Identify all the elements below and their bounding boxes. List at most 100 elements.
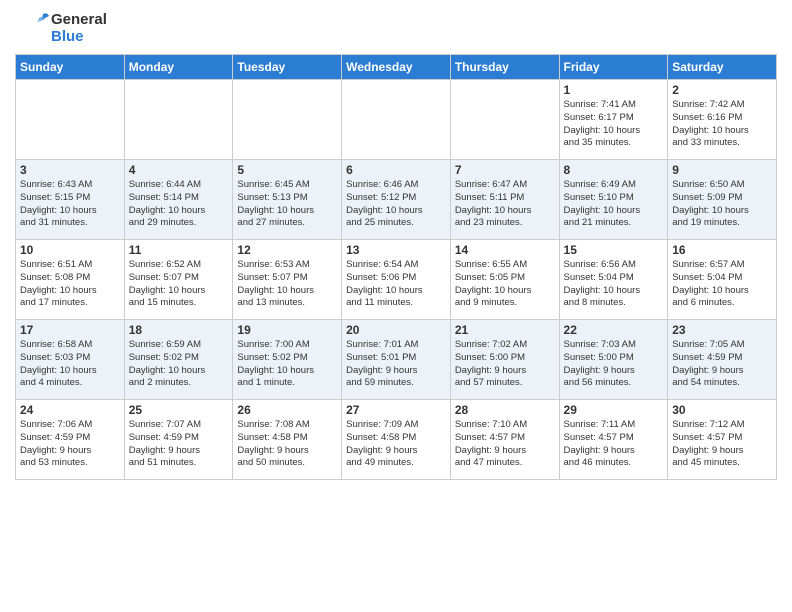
page: General Blue SundayMondayTuesdayWednesda… xyxy=(0,0,792,490)
day-info: Sunrise: 6:51 AM Sunset: 5:08 PM Dayligh… xyxy=(20,259,120,310)
day-number: 14 xyxy=(455,243,555,257)
day-info: Sunrise: 7:03 AM Sunset: 5:00 PM Dayligh… xyxy=(564,339,664,390)
day-number: 6 xyxy=(346,163,446,177)
day-cell: 10 Sunrise: 6:51 AM Sunset: 5:08 PM Dayli… xyxy=(16,240,125,320)
day-info: Sunrise: 7:42 AM Sunset: 6:16 PM Dayligh… xyxy=(672,99,772,150)
day-number: 11 xyxy=(129,243,229,257)
day-cell: 15 Sunrise: 6:56 AM Sunset: 5:04 PM Dayli… xyxy=(559,240,668,320)
day-number: 8 xyxy=(564,163,664,177)
col-header-monday: Monday xyxy=(124,55,233,80)
day-info: Sunrise: 7:08 AM Sunset: 4:58 PM Dayligh… xyxy=(237,419,337,470)
logo: General Blue xyxy=(15,10,107,46)
calendar-header-row: SundayMondayTuesdayWednesdayThursdayFrid… xyxy=(16,55,777,80)
col-header-saturday: Saturday xyxy=(668,55,777,80)
day-cell: 6 Sunrise: 6:46 AM Sunset: 5:12 PM Daylig… xyxy=(342,160,451,240)
day-cell: 29 Sunrise: 7:11 AM Sunset: 4:57 PM Dayli… xyxy=(559,400,668,480)
day-cell xyxy=(233,80,342,160)
day-cell: 8 Sunrise: 6:49 AM Sunset: 5:10 PM Daylig… xyxy=(559,160,668,240)
day-cell: 1Sunrise: 7:41 AM Sunset: 6:17 PM Daylig… xyxy=(559,80,668,160)
day-info: Sunrise: 7:10 AM Sunset: 4:57 PM Dayligh… xyxy=(455,419,555,470)
day-info: Sunrise: 7:00 AM Sunset: 5:02 PM Dayligh… xyxy=(237,339,337,390)
day-number: 22 xyxy=(564,323,664,337)
day-info: Sunrise: 6:53 AM Sunset: 5:07 PM Dayligh… xyxy=(237,259,337,310)
day-number: 24 xyxy=(20,403,120,417)
day-number: 2 xyxy=(672,83,772,97)
day-cell: 28 Sunrise: 7:10 AM Sunset: 4:57 PM Dayli… xyxy=(450,400,559,480)
day-info: Sunrise: 7:06 AM Sunset: 4:59 PM Dayligh… xyxy=(20,419,120,470)
day-number: 18 xyxy=(129,323,229,337)
day-cell: 19Sunrise: 7:00 AM Sunset: 5:02 PM Dayli… xyxy=(233,320,342,400)
day-number: 25 xyxy=(129,403,229,417)
day-cell: 5 Sunrise: 6:45 AM Sunset: 5:13 PM Daylig… xyxy=(233,160,342,240)
day-info: Sunrise: 6:54 AM Sunset: 5:06 PM Dayligh… xyxy=(346,259,446,310)
day-info: Sunrise: 7:11 AM Sunset: 4:57 PM Dayligh… xyxy=(564,419,664,470)
day-info: Sunrise: 6:44 AM Sunset: 5:14 PM Dayligh… xyxy=(129,179,229,230)
day-cell: 11 Sunrise: 6:52 AM Sunset: 5:07 PM Dayli… xyxy=(124,240,233,320)
day-info: Sunrise: 6:56 AM Sunset: 5:04 PM Dayligh… xyxy=(564,259,664,310)
day-info: Sunrise: 7:02 AM Sunset: 5:00 PM Dayligh… xyxy=(455,339,555,390)
day-info: Sunrise: 7:05 AM Sunset: 4:59 PM Dayligh… xyxy=(672,339,772,390)
day-cell: 21 Sunrise: 7:02 AM Sunset: 5:00 PM Dayli… xyxy=(450,320,559,400)
day-cell: 26 Sunrise: 7:08 AM Sunset: 4:58 PM Dayli… xyxy=(233,400,342,480)
day-info: Sunrise: 6:58 AM Sunset: 5:03 PM Dayligh… xyxy=(20,339,120,390)
day-number: 13 xyxy=(346,243,446,257)
day-cell: 16Sunrise: 6:57 AM Sunset: 5:04 PM Dayli… xyxy=(668,240,777,320)
day-number: 3 xyxy=(20,163,120,177)
day-cell: 25 Sunrise: 7:07 AM Sunset: 4:59 PM Dayli… xyxy=(124,400,233,480)
day-info: Sunrise: 6:59 AM Sunset: 5:02 PM Dayligh… xyxy=(129,339,229,390)
day-info: Sunrise: 6:50 AM Sunset: 5:09 PM Dayligh… xyxy=(672,179,772,230)
col-header-wednesday: Wednesday xyxy=(342,55,451,80)
day-info: Sunrise: 6:55 AM Sunset: 5:05 PM Dayligh… xyxy=(455,259,555,310)
day-number: 15 xyxy=(564,243,664,257)
day-number: 1 xyxy=(564,83,664,97)
week-row-3: 10 Sunrise: 6:51 AM Sunset: 5:08 PM Dayli… xyxy=(16,240,777,320)
col-header-tuesday: Tuesday xyxy=(233,55,342,80)
week-row-2: 3 Sunrise: 6:43 AM Sunset: 5:15 PM Daylig… xyxy=(16,160,777,240)
day-info: Sunrise: 6:43 AM Sunset: 5:15 PM Dayligh… xyxy=(20,179,120,230)
day-cell: 23 Sunrise: 7:05 AM Sunset: 4:59 PM Dayli… xyxy=(668,320,777,400)
day-cell: 22 Sunrise: 7:03 AM Sunset: 5:00 PM Dayli… xyxy=(559,320,668,400)
day-info: Sunrise: 7:12 AM Sunset: 4:57 PM Dayligh… xyxy=(672,419,772,470)
day-info: Sunrise: 6:52 AM Sunset: 5:07 PM Dayligh… xyxy=(129,259,229,310)
day-cell: 3 Sunrise: 6:43 AM Sunset: 5:15 PM Daylig… xyxy=(16,160,125,240)
day-number: 16 xyxy=(672,243,772,257)
day-info: Sunrise: 7:09 AM Sunset: 4:58 PM Dayligh… xyxy=(346,419,446,470)
day-cell: 27 Sunrise: 7:09 AM Sunset: 4:58 PM Dayli… xyxy=(342,400,451,480)
col-header-friday: Friday xyxy=(559,55,668,80)
day-cell: 14 Sunrise: 6:55 AM Sunset: 5:05 PM Dayli… xyxy=(450,240,559,320)
day-cell xyxy=(450,80,559,160)
day-number: 26 xyxy=(237,403,337,417)
day-cell: 17 Sunrise: 6:58 AM Sunset: 5:03 PM Dayli… xyxy=(16,320,125,400)
day-number: 30 xyxy=(672,403,772,417)
calendar: SundayMondayTuesdayWednesdayThursdayFrid… xyxy=(15,54,777,480)
day-number: 23 xyxy=(672,323,772,337)
day-number: 9 xyxy=(672,163,772,177)
day-cell xyxy=(342,80,451,160)
day-info: Sunrise: 6:49 AM Sunset: 5:10 PM Dayligh… xyxy=(564,179,664,230)
day-number: 10 xyxy=(20,243,120,257)
day-number: 28 xyxy=(455,403,555,417)
day-cell xyxy=(124,80,233,160)
day-info: Sunrise: 6:46 AM Sunset: 5:12 PM Dayligh… xyxy=(346,179,446,230)
day-number: 5 xyxy=(237,163,337,177)
logo-bird-icon xyxy=(15,10,51,46)
day-cell: 7Sunrise: 6:47 AM Sunset: 5:11 PM Daylig… xyxy=(450,160,559,240)
col-header-thursday: Thursday xyxy=(450,55,559,80)
day-cell: 20 Sunrise: 7:01 AM Sunset: 5:01 PM Dayli… xyxy=(342,320,451,400)
day-cell xyxy=(16,80,125,160)
day-number: 21 xyxy=(455,323,555,337)
day-number: 12 xyxy=(237,243,337,257)
day-info: Sunrise: 7:07 AM Sunset: 4:59 PM Dayligh… xyxy=(129,419,229,470)
day-number: 29 xyxy=(564,403,664,417)
day-number: 4 xyxy=(129,163,229,177)
day-cell: 12 Sunrise: 6:53 AM Sunset: 5:07 PM Dayli… xyxy=(233,240,342,320)
day-info: Sunrise: 6:45 AM Sunset: 5:13 PM Dayligh… xyxy=(237,179,337,230)
day-number: 17 xyxy=(20,323,120,337)
day-number: 20 xyxy=(346,323,446,337)
day-info: Sunrise: 7:01 AM Sunset: 5:01 PM Dayligh… xyxy=(346,339,446,390)
day-info: Sunrise: 6:47 AM Sunset: 5:11 PM Dayligh… xyxy=(455,179,555,230)
day-number: 27 xyxy=(346,403,446,417)
day-cell: 30 Sunrise: 7:12 AM Sunset: 4:57 PM Dayli… xyxy=(668,400,777,480)
logo-text: General Blue xyxy=(15,10,107,46)
day-cell: 9 Sunrise: 6:50 AM Sunset: 5:09 PM Daylig… xyxy=(668,160,777,240)
